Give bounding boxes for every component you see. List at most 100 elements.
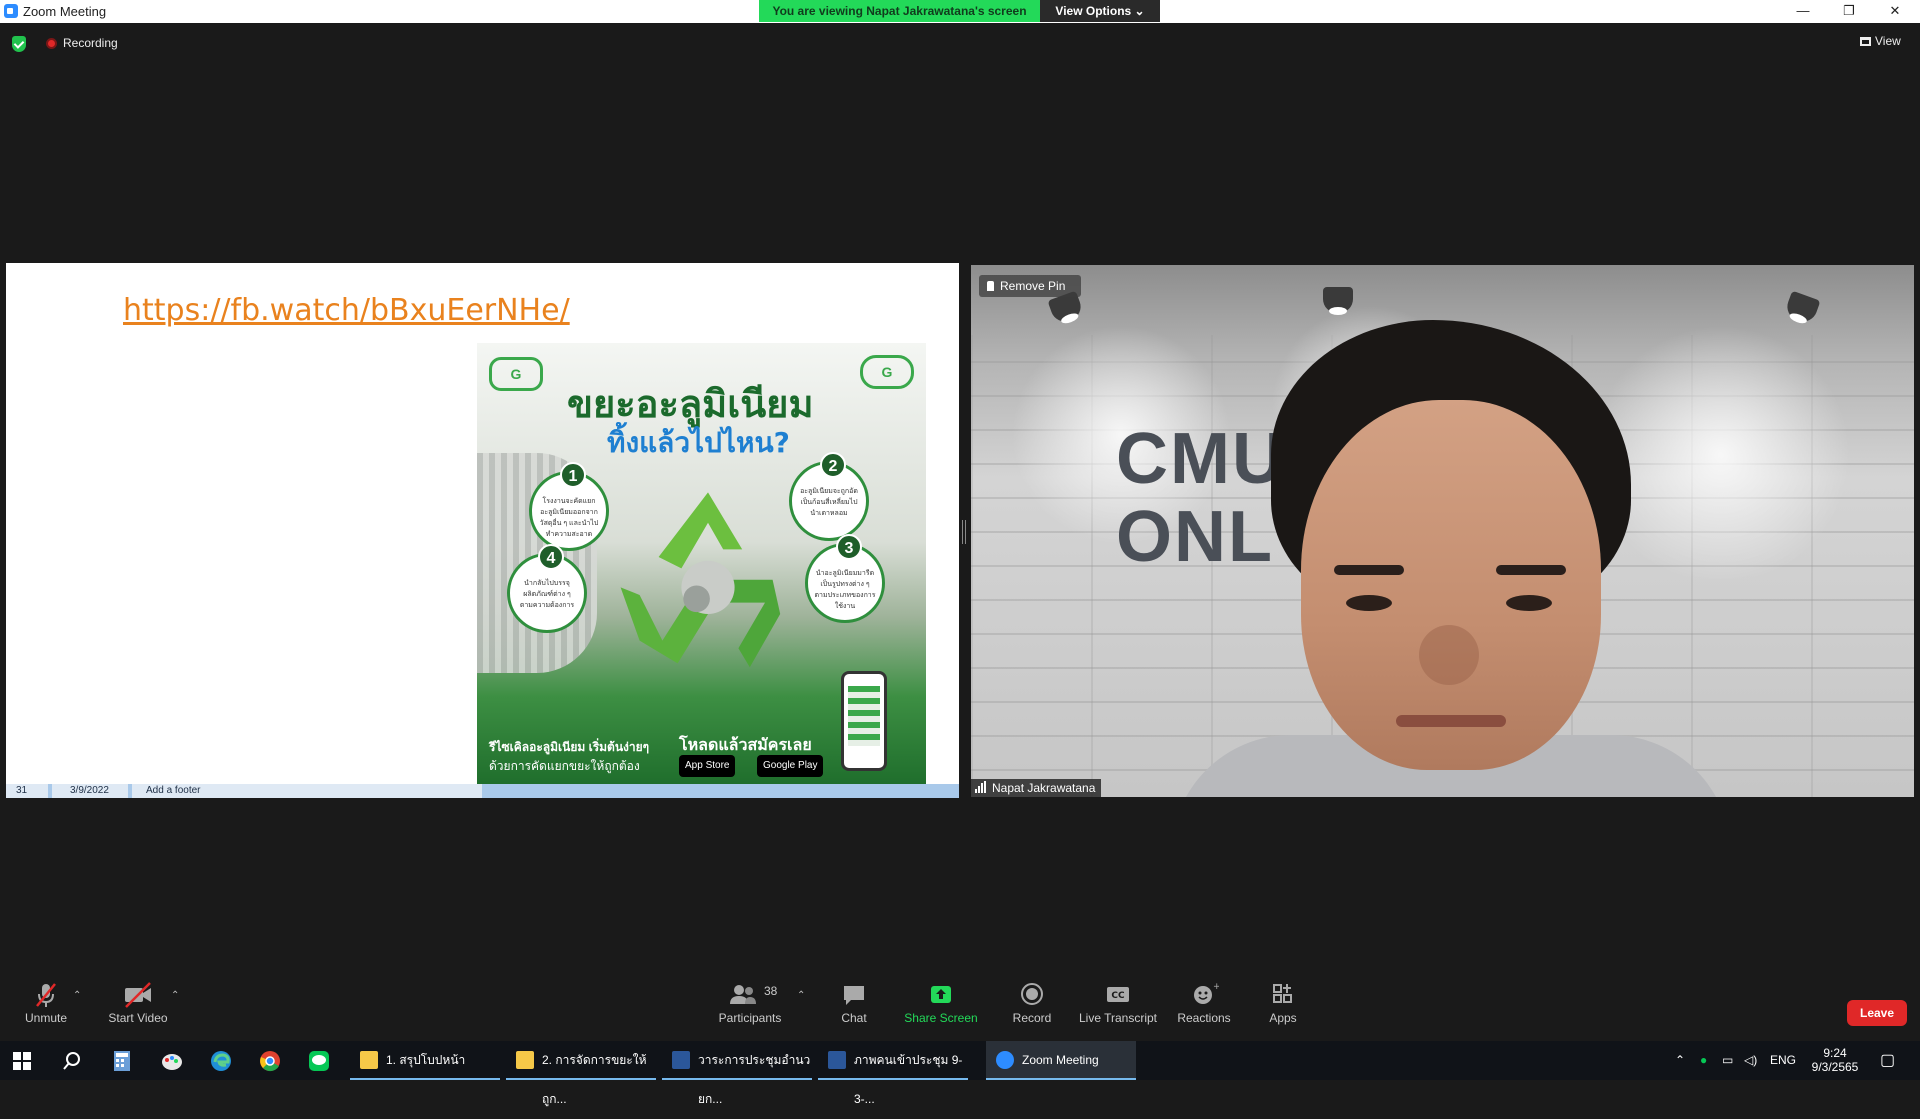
view-grid-icon bbox=[1860, 37, 1871, 46]
viewing-screen-banner: You are viewing Napat Jakrawatana's scre… bbox=[759, 0, 1040, 22]
step-1: 1 โรงงานจะคัดแยกอะลูมิเนียมออกจากวัสดุอื… bbox=[529, 462, 609, 551]
live-transcript-label: Live Transcript bbox=[1078, 1011, 1158, 1025]
reactions-smiley-icon: + bbox=[1176, 980, 1232, 1010]
svg-text:CC: CC bbox=[1111, 991, 1125, 1001]
volume-icon[interactable]: ◁) bbox=[1744, 1041, 1757, 1080]
record-icon bbox=[1010, 980, 1054, 1010]
notifications-icon[interactable]: ▢ bbox=[1880, 1041, 1895, 1080]
participant-name-tag: Napat Jakrawatana bbox=[971, 779, 1102, 797]
apps-icon bbox=[1266, 980, 1300, 1010]
edge-browser-icon[interactable] bbox=[210, 1050, 232, 1072]
taskbar-app-folder-2[interactable]: 2. การจัดการขยะให้ถูก... bbox=[506, 1041, 656, 1106]
calculator-icon[interactable] bbox=[111, 1050, 133, 1072]
background-sign: CMU ONL bbox=[1116, 420, 1286, 576]
step-4: 4 นำกลับไปบรรจุผลิตภัณฑ์ต่าง ๆ ตามความต้… bbox=[507, 544, 587, 633]
record-label: Record bbox=[1012, 1011, 1052, 1025]
poster-subheadline: ทิ้งแล้วไปไหน? bbox=[607, 426, 790, 459]
apps-button[interactable]: Apps bbox=[1266, 980, 1300, 1044]
tray-overflow-chevron-icon[interactable]: ⌃ bbox=[1675, 1041, 1685, 1080]
chrome-icon[interactable] bbox=[259, 1050, 281, 1072]
audio-options-chevron-icon[interactable]: ⌃ bbox=[73, 990, 81, 1001]
person-brow bbox=[1496, 565, 1566, 575]
step-3: 3 นำอะลูมิเนียมมารีดเป็นรูปทรงต่าง ๆ ตาม… bbox=[805, 534, 885, 623]
unmute-button[interactable]: Unmute bbox=[18, 980, 74, 1044]
zoom-app-icon bbox=[4, 4, 18, 18]
chat-label: Chat bbox=[841, 1011, 867, 1025]
participants-icon: 38 bbox=[712, 980, 788, 1010]
background-sign-line1: CMU bbox=[1116, 419, 1286, 499]
video-options-chevron-icon[interactable]: ⌃ bbox=[171, 990, 179, 1001]
video-off-icon bbox=[105, 980, 171, 1010]
reactions-button[interactable]: + Reactions bbox=[1176, 980, 1232, 1044]
person-brow bbox=[1334, 565, 1404, 575]
participants-options-chevron-icon[interactable]: ⌃ bbox=[797, 990, 805, 1001]
language-indicator[interactable]: ENG bbox=[1770, 1041, 1796, 1080]
taskbar-app-folder-1[interactable]: 1. สรุปโบปหน้า bbox=[350, 1041, 500, 1080]
participants-button[interactable]: 38 Participants bbox=[712, 980, 788, 1044]
participant-video[interactable]: CMU ONL Remove Pin Napat Jakrawatana bbox=[971, 265, 1914, 797]
line-tray-icon[interactable]: ● bbox=[1700, 1041, 1707, 1080]
clock[interactable]: 9:24 9/3/2565 bbox=[1810, 1041, 1860, 1080]
paint-icon[interactable] bbox=[161, 1050, 183, 1072]
remove-pin-button[interactable]: Remove Pin bbox=[979, 275, 1081, 297]
slide-number: 31 bbox=[6, 784, 48, 798]
taskbar-app-word-1[interactable]: วาระการประชุมอำนวยก... bbox=[662, 1041, 812, 1106]
clock-time: 9:24 bbox=[1823, 1046, 1847, 1060]
line-app-icon[interactable] bbox=[308, 1050, 330, 1072]
taskbar-app-zoom[interactable]: Zoom Meeting bbox=[986, 1041, 1136, 1080]
view-options-button[interactable]: View Options ⌄ bbox=[1040, 0, 1160, 22]
share-screen-button[interactable]: Share Screen bbox=[902, 980, 980, 1044]
background-sign-line2: ONL bbox=[1116, 497, 1274, 577]
view-button[interactable]: View bbox=[1860, 34, 1908, 52]
live-transcript-button[interactable]: CC Live Transcript bbox=[1076, 980, 1160, 1044]
recording-label: Recording bbox=[63, 36, 118, 50]
folder-icon bbox=[516, 1051, 534, 1069]
taskbar-app-label: Zoom Meeting bbox=[1022, 1053, 1099, 1067]
step-4-text: นำกลับไปบรรจุผลิตภัณฑ์ต่าง ๆ ตามความต้อง… bbox=[519, 580, 575, 609]
windows-start-icon[interactable] bbox=[13, 1052, 31, 1070]
taskbar-app-label: 1. สรุปโบปหน้า bbox=[386, 1053, 466, 1067]
svg-text:+: + bbox=[1213, 982, 1219, 992]
start-video-button[interactable]: Start Video bbox=[105, 980, 171, 1044]
taskbar-app-word-2[interactable]: ภาพคนเข้าประชุม 9-3-... bbox=[818, 1041, 968, 1106]
step-2-number: 2 bbox=[820, 452, 846, 478]
folder-icon bbox=[360, 1051, 378, 1069]
light-glow bbox=[1591, 325, 1851, 585]
windows-taskbar: 1. สรุปโบปหน้า 2. การจัดการขยะให้ถูก... … bbox=[0, 1041, 1920, 1106]
step-1-number: 1 bbox=[560, 462, 586, 488]
network-icon[interactable]: ▭ bbox=[1722, 1041, 1733, 1080]
slide-link[interactable]: https://fb.watch/bBxuEerNHe/ bbox=[123, 293, 570, 328]
start-video-label: Start Video bbox=[108, 1011, 168, 1025]
meeting-toolbar: Unmute ⌃ Start Video ⌃ 38 Participants ⌃… bbox=[0, 980, 1920, 1044]
record-button[interactable]: Record bbox=[1010, 980, 1054, 1044]
step-4-number: 4 bbox=[538, 544, 564, 570]
recycle-icon bbox=[620, 492, 781, 668]
close-button[interactable]: ✕ bbox=[1872, 0, 1918, 22]
pin-icon bbox=[987, 281, 994, 291]
person-eye bbox=[1346, 595, 1392, 611]
person-eye bbox=[1506, 595, 1552, 611]
slide-footer-text: Add a footer bbox=[132, 784, 482, 798]
unmute-label: Unmute bbox=[24, 1011, 68, 1025]
leave-button[interactable]: Leave bbox=[1847, 1000, 1907, 1026]
word-icon bbox=[672, 1051, 690, 1069]
shared-screen: https://fb.watch/bBxuEerNHe/ G G ขยะอะลู… bbox=[6, 263, 959, 798]
search-icon[interactable] bbox=[61, 1050, 83, 1072]
poster-image: G G ขยะอะลูมิเนียม ทิ้งแล้วไปไหน? 1 โรงง… bbox=[477, 343, 926, 785]
slide-date: 3/9/2022 bbox=[52, 784, 128, 798]
chat-button[interactable]: Chat bbox=[834, 980, 874, 1044]
chat-icon bbox=[834, 980, 874, 1010]
step-1-text: โรงงานจะคัดแยกอะลูมิเนียมออกจากวัสดุอื่น… bbox=[539, 498, 599, 538]
encryption-shield-icon[interactable] bbox=[12, 36, 26, 52]
closed-caption-icon: CC bbox=[1076, 980, 1160, 1010]
step-3-number: 3 bbox=[836, 534, 862, 560]
poster-footer-line1: รีไซเคิลอะลูมิเนียม เริ่มต้นง่ายๆ bbox=[489, 740, 650, 754]
split-view-handle[interactable] bbox=[962, 520, 966, 544]
participant-name: Napat Jakrawatana bbox=[992, 781, 1096, 795]
step-2-text: อะลูมิเนียมจะถูกอัดเป็นก้อนสี่เหลี่ยมไปน… bbox=[800, 488, 858, 517]
restore-button[interactable]: ❐ bbox=[1826, 0, 1872, 22]
minimize-button[interactable]: — bbox=[1780, 0, 1826, 22]
apps-label: Apps bbox=[1269, 1011, 1297, 1025]
google-play-badge: Google Play bbox=[757, 755, 824, 777]
poster-footer-line2: ด้วยการคัดแยกขยะให้ถูกต้อง bbox=[489, 759, 640, 773]
